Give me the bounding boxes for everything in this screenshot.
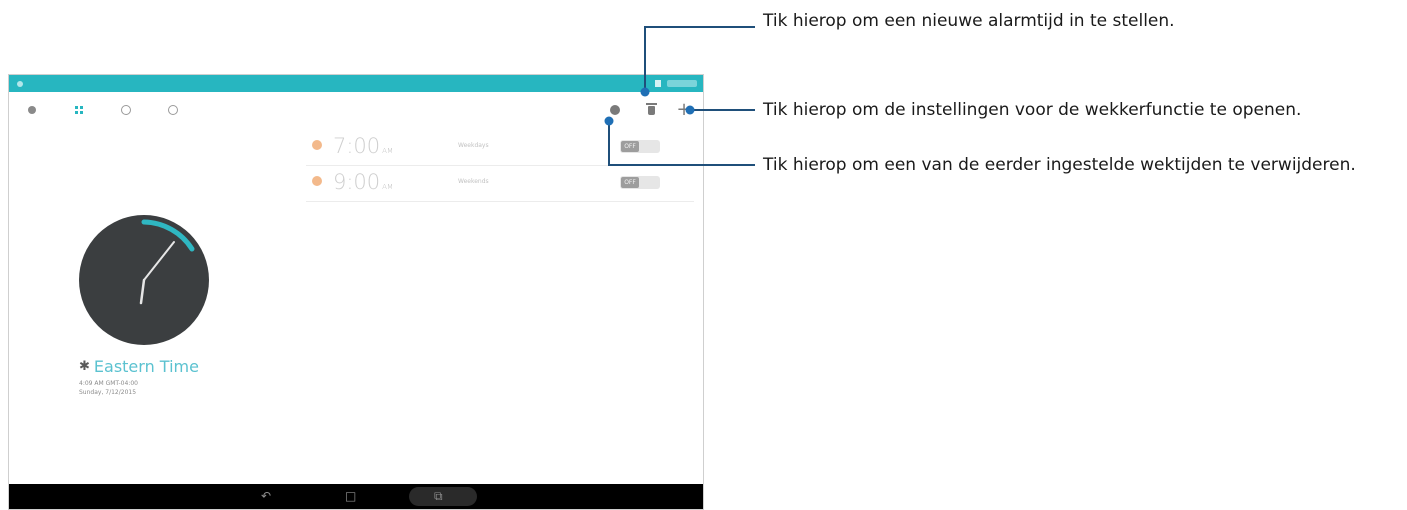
callout-add-alarm: Tik hierop om een nieuwe alarmtijd in te… bbox=[763, 11, 1175, 31]
callout-lines bbox=[604, 26, 755, 166]
callout-settings: Tik hierop om de instellingen voor de we… bbox=[763, 100, 1302, 120]
callout-delete: Tik hierop om een van de eerder ingestel… bbox=[763, 155, 1356, 175]
